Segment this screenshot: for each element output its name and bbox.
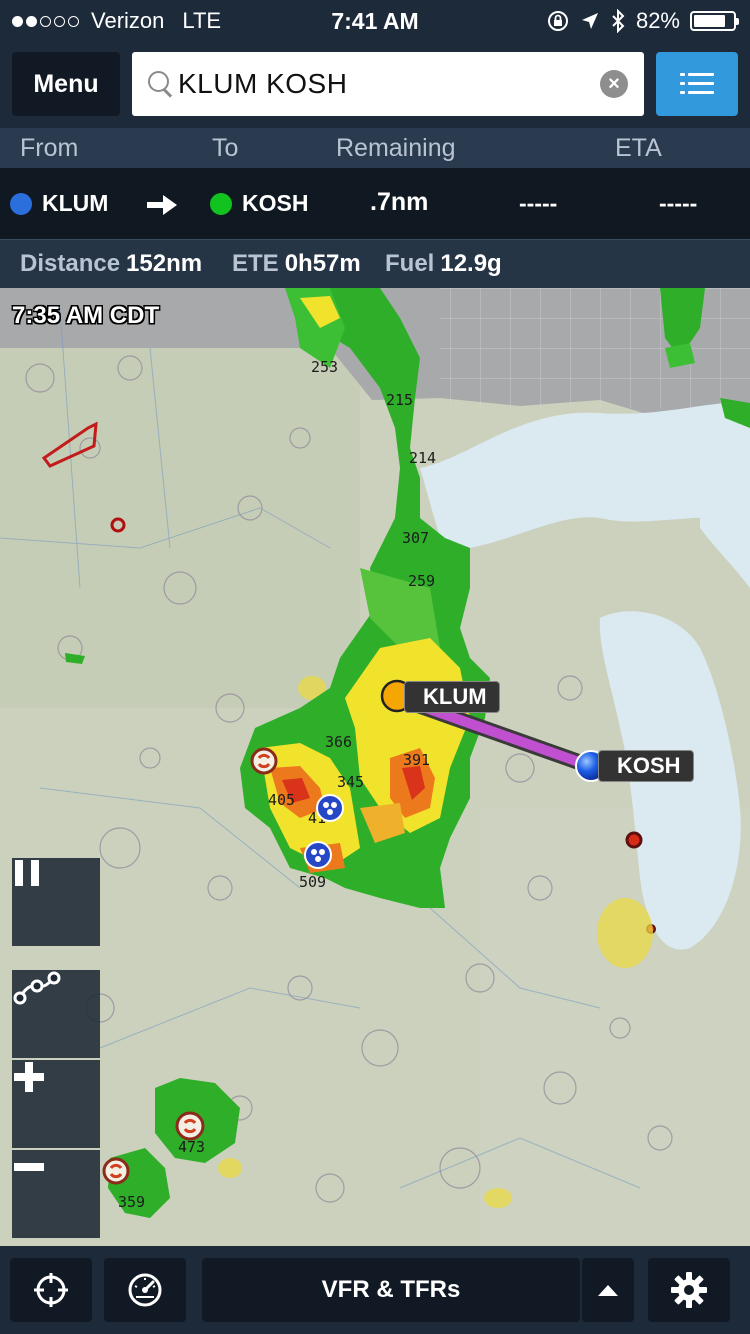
remaining-value: .7nm	[370, 188, 429, 216]
from-id: KLUM	[42, 190, 109, 216]
bluetooth-icon	[612, 9, 625, 33]
storm-cell-icon	[102, 1157, 130, 1185]
kosh-label[interactable]: KOSH	[598, 750, 694, 782]
klum-label[interactable]: KLUM	[404, 681, 500, 713]
echo-top-label: 253	[311, 358, 338, 376]
to-waypoint: KOSH	[210, 190, 308, 217]
to-id: KOSH	[242, 190, 309, 216]
pause-animation-button[interactable]	[12, 858, 100, 946]
eta-header: ETA	[615, 134, 662, 162]
distance-value: 152nm	[126, 250, 203, 277]
echo-top-label: 366	[325, 733, 352, 751]
battery-icon	[690, 11, 739, 31]
location-arrow-icon	[581, 13, 598, 29]
zoom-in-icon	[14, 1062, 44, 1092]
fuel-label: Fuel	[385, 250, 435, 277]
menu-button[interactable]: Menu	[12, 52, 120, 116]
zoom-out-button[interactable]	[12, 1150, 100, 1238]
fuel-value: 12.9g	[440, 250, 502, 277]
distance-summary: Distance 152nm	[20, 250, 202, 278]
map-layer-label: VFR & TFRs	[321, 1276, 461, 1303]
echo-top-label: 307	[402, 529, 429, 547]
search-query[interactable]: KLUM KOSH	[178, 68, 347, 100]
status-icons: 82%	[546, 8, 739, 34]
settings-button[interactable]	[648, 1258, 730, 1322]
echo-top-label: 391	[403, 751, 430, 769]
map-layer-button[interactable]: VFR & TFRs	[202, 1258, 580, 1322]
storm-cell-icon	[250, 747, 278, 775]
hail-cell-icon	[304, 841, 332, 869]
chevron-up-icon	[598, 1285, 618, 1296]
echo-top-label: 473	[178, 1138, 205, 1156]
distance-label: Distance	[20, 250, 121, 277]
remaining-header: Remaining	[336, 134, 456, 162]
echo-top-label: 259	[408, 572, 435, 590]
ete-summary: ETE 0h57m	[232, 250, 361, 278]
orientation-lock-icon	[547, 11, 568, 31]
radar-timestamp: 7:35 AM CDT	[12, 302, 160, 329]
bottom-toolbar: VFR & TFRs	[0, 1246, 750, 1334]
zoom-out-icon	[14, 1163, 44, 1171]
flight-plan-list-button[interactable]	[656, 52, 738, 116]
storm-cell-icon	[175, 1111, 205, 1141]
route-summary: Distance 152nm ETE 0h57m Fuel 12.9g	[0, 240, 750, 288]
hail-cell-icon	[316, 794, 344, 822]
crosshair-icon	[34, 1273, 68, 1307]
search-field[interactable]: KLUM KOSH ×	[132, 52, 644, 116]
route-edit-button[interactable]	[12, 970, 100, 1058]
layer-expand-button[interactable]	[582, 1258, 634, 1322]
zoom-in-button[interactable]	[12, 1060, 100, 1148]
to-header: To	[212, 134, 239, 162]
search-icon	[146, 69, 176, 99]
from-marker-icon	[10, 192, 32, 215]
ete-summary-value: 0h57m	[284, 250, 361, 277]
status-bar: Verizon LTE 7:41 AM 82%	[0, 0, 750, 40]
from-waypoint: KLUM	[10, 190, 108, 217]
route-edit-icon	[13, 971, 61, 1005]
echo-top-label: 214	[409, 449, 436, 467]
clear-search-icon[interactable]: ×	[600, 70, 628, 98]
nav-header: From To Remaining ETA	[0, 128, 750, 168]
ete-label: ETE	[232, 250, 279, 277]
from-header: From	[20, 134, 79, 162]
to-marker-icon	[210, 192, 232, 215]
echo-top-label: 405	[268, 791, 295, 809]
instruments-button[interactable]	[104, 1258, 186, 1322]
battery-percent: 82%	[635, 8, 680, 33]
gauge-icon	[128, 1273, 162, 1307]
pause-icon	[15, 860, 39, 886]
echo-top-label: 359	[118, 1193, 145, 1211]
ete-value: -----	[519, 190, 558, 216]
nav-row[interactable]: KLUM KOSH .7nm ----- -----	[0, 168, 750, 240]
eta-value: -----	[659, 190, 698, 216]
sectional-map[interactable]: 253 215 214 307 259 366 391 345 405 41 5…	[0, 288, 750, 1246]
echo-top-label: 345	[337, 773, 364, 791]
arrow-right-icon	[147, 195, 177, 215]
gear-icon	[671, 1272, 707, 1308]
top-bar: Menu KLUM KOSH ×	[0, 40, 750, 128]
echo-top-label: 215	[386, 391, 413, 409]
locate-button[interactable]	[10, 1258, 92, 1322]
echo-top-label: 509	[299, 873, 326, 891]
fuel-summary: Fuel 12.9g	[385, 250, 502, 278]
